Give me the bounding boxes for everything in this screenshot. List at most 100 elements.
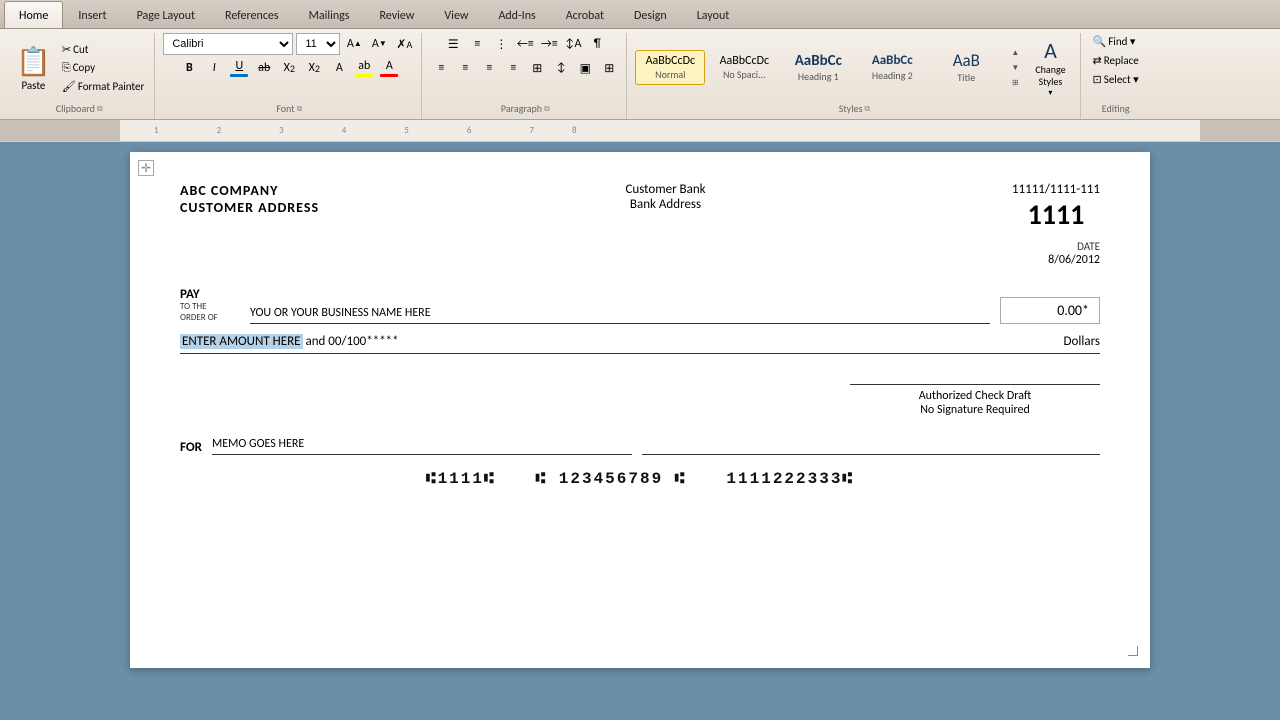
increase-font-button[interactable]: A▲ bbox=[343, 33, 365, 55]
increase-indent-button[interactable]: →≡ bbox=[538, 33, 560, 55]
numbering-button[interactable]: ≡ bbox=[466, 33, 488, 55]
pay-label: PAY bbox=[180, 287, 240, 302]
tab-review[interactable]: Review bbox=[364, 3, 429, 28]
shading-button[interactable]: ▣ bbox=[574, 57, 596, 79]
replace-button[interactable]: ⇄ Replace bbox=[1089, 52, 1143, 69]
styles-scroll-up[interactable]: ▲ bbox=[1007, 46, 1023, 60]
tab-home[interactable]: Home bbox=[4, 1, 63, 28]
clipboard-expand-icon[interactable]: ⧉ bbox=[97, 104, 103, 114]
bank-info: Customer Bank Bank Address bbox=[625, 182, 705, 267]
line-spacing-button[interactable]: ↕ bbox=[550, 57, 572, 79]
auth-section: Authorized Check Draft No Signature Requ… bbox=[180, 384, 1100, 417]
paragraph-expand-icon[interactable]: ⧉ bbox=[544, 104, 550, 114]
micr-line: ⑆1111⑆ ⑆ 123456789 ⑆ 1111222333⑆ bbox=[180, 470, 1100, 488]
tab-references[interactable]: References bbox=[210, 3, 294, 28]
strikethrough-button[interactable]: ab bbox=[253, 57, 275, 79]
micr-check: 1111222333⑆ bbox=[726, 470, 854, 488]
style-heading2-preview: AaBbCc bbox=[872, 53, 913, 69]
tab-page-layout[interactable]: Page Layout bbox=[122, 3, 210, 28]
company-info: ABC COMPANY CUSTOMER ADDRESS bbox=[180, 182, 319, 267]
font-color-button[interactable]: A bbox=[378, 57, 400, 79]
styles-scroll-down[interactable]: ▼ bbox=[1007, 61, 1023, 75]
bullets-button[interactable]: ☰ bbox=[442, 33, 464, 55]
company-address: CUSTOMER ADDRESS bbox=[180, 199, 319, 216]
editing-group-label: Editing bbox=[1089, 102, 1143, 117]
style-title-button[interactable]: AaB Title bbox=[931, 47, 1001, 88]
superscript-button[interactable]: X2 bbox=[303, 57, 325, 79]
subscript-button[interactable]: X2 bbox=[278, 57, 300, 79]
style-normal-button[interactable]: AaBbCcDc Normal bbox=[635, 50, 705, 85]
align-right-button[interactable]: ≡ bbox=[478, 57, 500, 79]
amount-written: ENTER AMOUNT HERE and 00/100***** bbox=[180, 334, 1056, 349]
cut-label: Cut bbox=[73, 43, 88, 56]
check-header: ABC COMPANY CUSTOMER ADDRESS Customer Ba… bbox=[180, 182, 1100, 267]
document-area: ✛ ABC COMPANY CUSTOMER ADDRESS Customer … bbox=[0, 142, 1280, 678]
ruler: 1 2 3 4 5 6 7 8 bbox=[0, 120, 1280, 142]
copy-button[interactable]: ⎘ Copy bbox=[58, 59, 148, 77]
ribbon: Home Insert Page Layout References Maili… bbox=[0, 0, 1280, 120]
pay-label-group: PAY TO THE ORDER OF bbox=[180, 287, 240, 324]
align-left-button[interactable]: ≡ bbox=[430, 57, 452, 79]
multilevel-list-button[interactable]: ⋮ bbox=[490, 33, 512, 55]
tab-layout[interactable]: Layout bbox=[682, 3, 745, 28]
amount-written-rest: and 00/100***** bbox=[303, 334, 399, 349]
text-highlight-button[interactable]: ab bbox=[353, 57, 375, 79]
style-nospace-label: No Spaci... bbox=[723, 68, 766, 81]
styles-expand-icon[interactable]: ⧉ bbox=[864, 104, 870, 114]
tab-view[interactable]: View bbox=[429, 3, 483, 28]
underline-button[interactable]: U bbox=[228, 57, 250, 79]
clear-formatting-button[interactable]: ✗A bbox=[393, 33, 415, 55]
cut-button[interactable]: ✂ Cut bbox=[58, 41, 148, 58]
paste-button[interactable]: 📋 Paste bbox=[10, 40, 57, 96]
tab-mailings[interactable]: Mailings bbox=[294, 3, 365, 28]
style-heading1-button[interactable]: AaBbCc Heading 1 bbox=[783, 48, 853, 87]
tab-insert[interactable]: Insert bbox=[63, 3, 121, 28]
justify-button[interactable]: ≡ bbox=[502, 57, 524, 79]
bold-button[interactable]: B bbox=[178, 57, 200, 79]
memo-row: FOR MEMO GOES HERE bbox=[180, 437, 1100, 455]
select-button[interactable]: ⊡ Select ▾ bbox=[1089, 71, 1143, 88]
decrease-font-button[interactable]: A▼ bbox=[368, 33, 390, 55]
para-row1: ☰ ≡ ⋮ ←≡ →≡ ↕A ¶ bbox=[442, 33, 608, 55]
group-editing: 🔍 Find ▾ ⇄ Replace ⊡ Select ▾ Editing bbox=[1083, 33, 1149, 119]
date-value: 8/06/2012 bbox=[1048, 253, 1100, 267]
payee-line: YOU OR YOUR BUSINESS NAME HERE bbox=[250, 306, 990, 324]
for-label: FOR bbox=[180, 440, 202, 455]
paste-icon: 📋 bbox=[16, 44, 51, 79]
pay-row: PAY TO THE ORDER OF YOU OR YOUR BUSINESS… bbox=[180, 287, 1100, 324]
styles-more[interactable]: ⊞ bbox=[1007, 76, 1023, 90]
pay-section: PAY TO THE ORDER OF YOU OR YOUR BUSINESS… bbox=[180, 287, 1100, 324]
borders-button[interactable]: ⊞ bbox=[598, 57, 620, 79]
copy-label: Copy bbox=[73, 61, 95, 74]
columns-button[interactable]: ⊞ bbox=[526, 57, 548, 79]
plus-handle[interactable]: ✛ bbox=[138, 160, 154, 176]
corner-marker bbox=[1128, 646, 1138, 656]
find-label: Find ▾ bbox=[1108, 35, 1135, 48]
select-icon: ⊡ bbox=[1093, 73, 1102, 86]
show-hide-button[interactable]: ¶ bbox=[586, 33, 608, 55]
style-heading2-button[interactable]: AaBbCc Heading 2 bbox=[857, 49, 927, 86]
font-family-select[interactable]: Calibri bbox=[163, 33, 293, 55]
style-title-label: Title bbox=[957, 71, 975, 84]
change-styles-icon: A bbox=[1044, 37, 1057, 64]
font-expand-icon[interactable]: ⧉ bbox=[297, 104, 303, 114]
change-styles-button[interactable]: A ChangeStyles ▾ bbox=[1027, 33, 1073, 102]
amount-highlight: ENTER AMOUNT HERE bbox=[180, 334, 303, 349]
align-center-button[interactable]: ≡ bbox=[454, 57, 476, 79]
format-painter-button[interactable]: 🖌 Format Painter bbox=[58, 78, 148, 95]
decrease-indent-button[interactable]: ←≡ bbox=[514, 33, 536, 55]
font-size-select[interactable]: 11 bbox=[296, 33, 340, 55]
auth-text: Authorized Check Draft No Signature Requ… bbox=[850, 384, 1100, 417]
replace-icon: ⇄ bbox=[1093, 54, 1102, 67]
tab-acrobat[interactable]: Acrobat bbox=[551, 3, 619, 28]
style-nospace-button[interactable]: AaBbCcDc No Spaci... bbox=[709, 50, 779, 85]
italic-button[interactable]: I bbox=[203, 57, 225, 79]
find-button[interactable]: 🔍 Find ▾ bbox=[1089, 33, 1140, 50]
tab-addins[interactable]: Add-Ins bbox=[483, 3, 550, 28]
font-row2: B I U ab X2 X2 A ab bbox=[178, 57, 400, 79]
sort-button[interactable]: ↕A bbox=[562, 33, 584, 55]
text-effects-button[interactable]: A bbox=[328, 57, 350, 79]
micr-account: ⑆ 123456789 ⑆ bbox=[536, 470, 687, 488]
tab-design[interactable]: Design bbox=[619, 3, 682, 28]
group-clipboard: 📋 Paste ✂ Cut ⎘ Copy 🖌 Format Painter bbox=[4, 33, 155, 119]
